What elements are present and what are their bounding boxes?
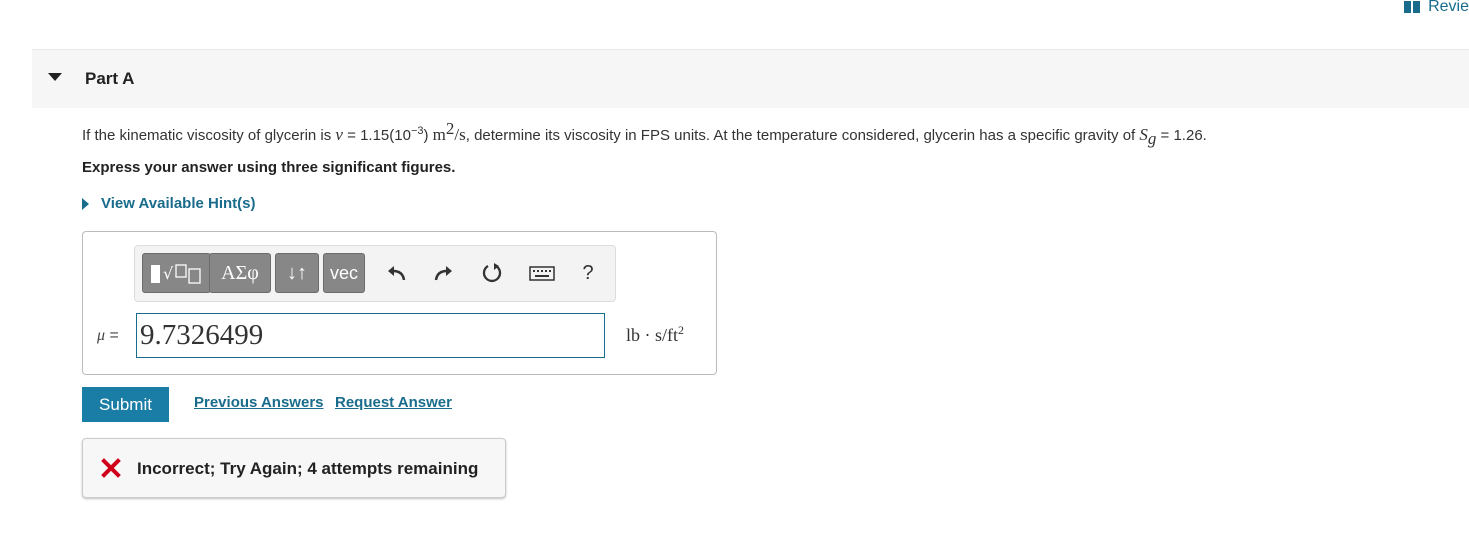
svg-text:√: √ (163, 264, 174, 283)
exponent: −3 (410, 125, 424, 137)
variable-symbol: μ (97, 327, 106, 344)
variable-label: μ = (97, 327, 119, 345)
question-text-3: ) (423, 127, 433, 144)
reset-button[interactable] (475, 256, 509, 290)
answer-box: √ ΑΣφ ↓↑ vec ? μ = 9.7326499 lb · s/ft2 (82, 231, 717, 375)
review-link[interactable]: Revie (1404, 0, 1469, 16)
request-answer-link[interactable]: Request Answer (335, 394, 452, 411)
keyboard-icon (529, 266, 555, 281)
instruction: Express your answer using three signific… (82, 159, 456, 176)
arrows-button[interactable]: ↓↑ (275, 253, 319, 293)
incorrect-x-icon (101, 458, 121, 478)
sg-symbol: S (1139, 125, 1148, 144)
previous-answers-link[interactable]: Previous Answers (194, 394, 324, 411)
hint-label: View Available Hint(s) (101, 195, 256, 212)
part-header[interactable]: Part A (32, 49, 1469, 108)
question-text-2: = 1.15(10 (342, 127, 411, 144)
redo-icon (434, 266, 452, 281)
submit-button[interactable]: Submit (82, 387, 169, 422)
unit-m: m (432, 125, 446, 144)
question-text-1: If the kinematic viscosity of glycerin i… (82, 127, 336, 144)
nu-symbol: ν (335, 125, 343, 144)
keyboard-button[interactable] (525, 256, 559, 290)
review-label: Revie (1428, 0, 1469, 15)
question-text: If the kinematic viscosity of glycerin i… (82, 119, 1207, 149)
reset-icon (482, 263, 502, 283)
math-toolbar: √ ΑΣφ ↓↑ vec ? (134, 245, 616, 302)
caret-right-icon (82, 197, 89, 210)
templates-button[interactable]: √ (142, 253, 211, 293)
caret-down-icon[interactable] (48, 73, 62, 81)
question-text-5: = 1.26. (1156, 127, 1207, 144)
part-title: Part A (85, 69, 135, 88)
vec-button[interactable]: vec (323, 253, 365, 293)
unit-s: /s (454, 125, 466, 144)
equals-sign: = (105, 327, 119, 344)
undo-icon (388, 266, 406, 281)
templates-icon: √ (150, 264, 201, 284)
question-text-4: , determine its viscosity in FPS units. … (465, 127, 1140, 144)
feedback-message: Incorrect; Try Again; 4 attempts remaini… (137, 459, 479, 478)
help-button[interactable]: ? (571, 256, 605, 290)
answer-input[interactable]: 9.7326499 (136, 313, 605, 358)
book-icon (1404, 1, 1421, 13)
greek-button[interactable]: ΑΣφ (209, 253, 271, 293)
feedback-box: Incorrect; Try Again; 4 attempts remaini… (82, 438, 506, 498)
undo-button[interactable] (379, 256, 413, 290)
view-hints-toggle[interactable]: View Available Hint(s) (82, 195, 256, 212)
units-main: lb · s/ft (626, 325, 678, 345)
answer-units: lb · s/ft2 (626, 323, 684, 346)
units-exp: 2 (678, 323, 684, 337)
redo-button[interactable] (427, 256, 461, 290)
